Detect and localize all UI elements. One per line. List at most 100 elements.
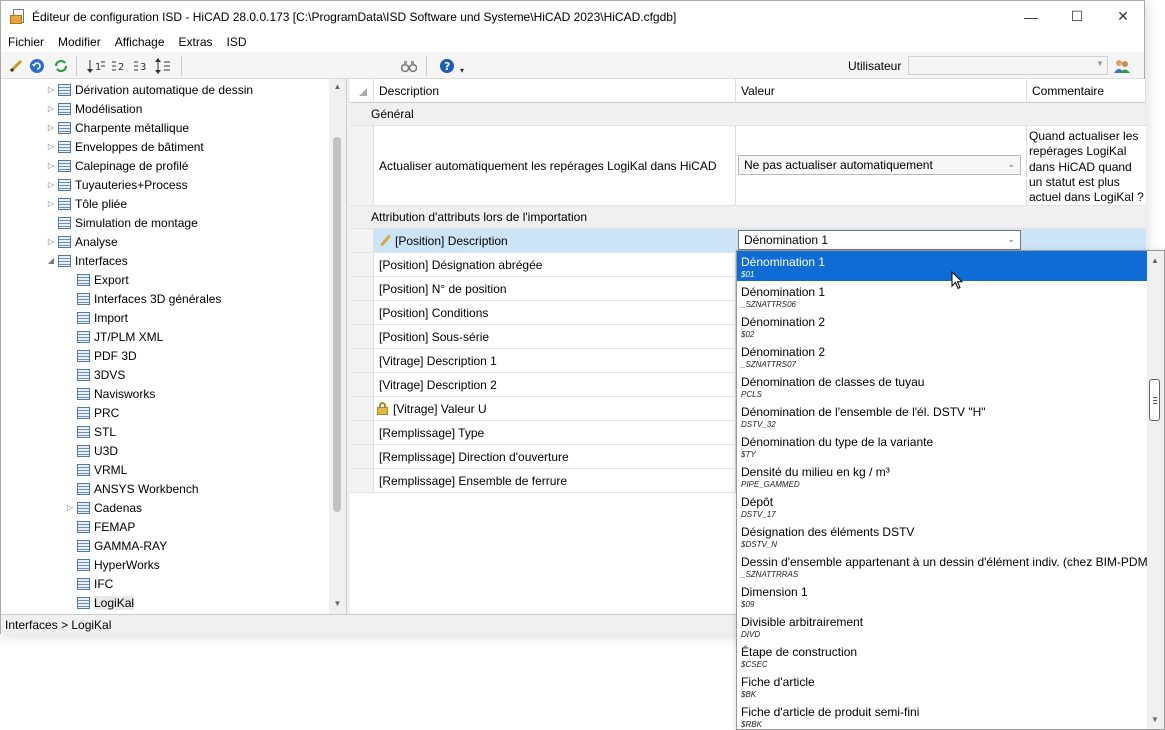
tree-item[interactable]: VRML xyxy=(65,460,127,479)
expand-arrow-icon[interactable]: ▷ xyxy=(46,161,56,170)
attribute-select[interactable]: Dénomination 1 ⌄ xyxy=(738,230,1021,250)
tree-item[interactable]: ▷ Modélisation xyxy=(46,99,142,118)
tree-item[interactable]: ▷ Cadenas xyxy=(65,498,142,517)
dropdown-option[interactable]: Dénomination du type de la variante $TY xyxy=(737,431,1148,461)
dropdown-option[interactable]: Dénomination 1 $01 xyxy=(737,251,1148,281)
sort-expand-icon[interactable] xyxy=(153,56,173,76)
menu-fichier[interactable]: Fichier xyxy=(1,35,51,49)
user-select[interactable]: ▼ xyxy=(908,56,1108,75)
tree-item[interactable]: ▷ Tôle pliée xyxy=(46,194,127,213)
sort-level-1-icon[interactable]: 1 xyxy=(86,56,106,76)
dropdown-scrollbar[interactable]: ▲ ▼ xyxy=(1147,251,1164,729)
scroll-up-icon[interactable]: ▲ xyxy=(329,82,346,91)
refresh-icon[interactable] xyxy=(51,56,71,76)
dropdown-option[interactable]: Fiche d'article $BK xyxy=(737,671,1148,701)
tree-item[interactable]: 3DVS xyxy=(65,365,125,384)
tree-item[interactable]: PRC xyxy=(65,403,119,422)
dropdown-option[interactable]: Désignation des éléments DSTV $DSTV_N xyxy=(737,521,1148,551)
maximize-button[interactable]: ☐ xyxy=(1054,1,1100,32)
expand-arrow-icon[interactable]: ▷ xyxy=(46,237,56,246)
setting-description: [Remplissage] Ensemble de ferrure xyxy=(379,474,567,488)
expand-arrow-icon[interactable]: ▷ xyxy=(46,123,56,132)
dropdown-option[interactable]: Dimension 1 $09 xyxy=(737,581,1148,611)
scroll-down-icon[interactable]: ▼ xyxy=(329,599,346,608)
dropdown-option[interactable]: Divisible arbitrairement DIVD xyxy=(737,611,1148,641)
help-icon[interactable]: ? xyxy=(437,56,457,76)
tree-item[interactable]: ▷ Enveloppes de bâtiment xyxy=(46,137,204,156)
close-button[interactable]: ✕ xyxy=(1100,1,1146,32)
tree-item[interactable]: ▷ Analyse xyxy=(46,232,118,251)
dropdown-option[interactable]: Étape de construction $CSEC xyxy=(737,641,1148,671)
tree-item[interactable]: ▷ Dérivation automatique de dessin xyxy=(46,80,253,99)
tree-item[interactable]: GAMMA-RAY xyxy=(65,536,167,555)
tree-item[interactable]: LogiKal xyxy=(65,593,135,612)
expand-arrow-icon[interactable]: ▷ xyxy=(46,180,56,189)
tree-item[interactable]: ▷ Charpente métallique xyxy=(46,118,189,137)
toolbar-overflow-icon[interactable]: ▾ xyxy=(457,64,467,76)
dropdown-option[interactable]: Dénomination de l'ensemble de l'él. DSTV… xyxy=(737,401,1148,431)
option-name: Dénomination de l'ensemble de l'él. DSTV… xyxy=(741,405,986,419)
menu-extras[interactable]: Extras xyxy=(172,35,220,49)
dropdown-option[interactable]: Dénomination de classes de tuyau PCLS xyxy=(737,371,1148,401)
edit-pencil-icon[interactable] xyxy=(6,56,26,76)
row-header xyxy=(350,397,374,420)
dropdown-option[interactable]: Fiche d'article de produit semi-fini $RBK xyxy=(737,701,1148,729)
sort-level-2-icon[interactable]: 2 xyxy=(109,56,129,76)
binoculars-search-icon[interactable] xyxy=(399,56,419,76)
dropdown-scroll-thumb[interactable] xyxy=(1149,379,1160,421)
scroll-down-icon[interactable]: ▼ xyxy=(1151,715,1159,724)
column-header-description[interactable]: Description xyxy=(374,79,736,103)
undo-icon[interactable] xyxy=(27,56,47,76)
group-row-general[interactable]: Général xyxy=(350,103,1146,126)
dropdown-option[interactable]: Dénomination 1 _SZNATTRS06 xyxy=(737,281,1148,311)
dropdown-option[interactable]: Dénomination 2 _SZNATTRS07 xyxy=(737,341,1148,371)
tree-item[interactable]: Simulation de montage xyxy=(46,213,198,232)
option-code: $BK xyxy=(741,690,757,699)
column-header-comment[interactable]: Commentaire xyxy=(1027,79,1146,103)
dropdown-option[interactable]: Dépôt DSTV_17 xyxy=(737,491,1148,521)
minimize-button[interactable]: — xyxy=(1008,1,1054,32)
tree-scrollbar[interactable]: ▲ ▼ xyxy=(329,79,346,614)
tree-scroll-thumb[interactable] xyxy=(333,137,341,512)
table-icon xyxy=(77,311,90,324)
expand-arrow-icon[interactable]: ▷ xyxy=(46,142,56,151)
tree-item[interactable]: PDF 3D xyxy=(65,346,137,365)
user-label: Utilisateur xyxy=(848,59,902,73)
expand-arrow-icon[interactable]: ▷ xyxy=(46,104,56,113)
users-icon[interactable] xyxy=(1112,56,1132,76)
menu-modifier[interactable]: Modifier xyxy=(51,35,108,49)
row-header xyxy=(350,277,374,300)
tree-item[interactable]: FEMAP xyxy=(65,517,135,536)
attribute-dropdown-list[interactable]: Dénomination 1 $01 Dénomination 1 _SZNATTRS… xyxy=(736,250,1165,730)
column-header-value[interactable]: Valeur xyxy=(736,79,1027,103)
expand-arrow-icon[interactable]: ▷ xyxy=(46,85,56,94)
expand-arrow-icon[interactable]: ▷ xyxy=(46,199,56,208)
scroll-up-icon[interactable]: ▲ xyxy=(1151,256,1159,265)
tree-item[interactable]: ▷ Calepinage de profilé xyxy=(46,156,189,175)
dropdown-option[interactable]: Dénomination 2 $02 xyxy=(737,311,1148,341)
tree-item[interactable]: ANSYS Workbench xyxy=(65,479,199,498)
tree-item[interactable]: ◢ Interfaces xyxy=(46,251,128,270)
tree-item[interactable]: Import xyxy=(65,308,128,327)
update-mode-select[interactable]: Ne pas actualiser automatiquement ⌄ xyxy=(738,155,1021,175)
tree-item[interactable]: Navisworks xyxy=(65,384,155,403)
tree-item-label: STL xyxy=(94,424,117,439)
group-row-import[interactable]: Attribution d'attributs lors de l'import… xyxy=(350,206,1146,229)
dropdown-option[interactable]: Densité du milieu en kg / m³ PIPE_GAMMED xyxy=(737,461,1148,491)
tree-item[interactable]: Export xyxy=(65,270,129,289)
tree-item[interactable]: ▷ Tuyauteries+Process xyxy=(46,175,188,194)
tree-item[interactable]: HyperWorks xyxy=(65,555,160,574)
tree-item[interactable]: Interfaces 3D générales xyxy=(65,289,221,308)
row-header xyxy=(350,126,374,205)
sort-level-3-icon[interactable]: 3 xyxy=(131,56,151,76)
tree-item[interactable]: U3D xyxy=(65,441,118,460)
tree-item[interactable]: JT/PLM XML xyxy=(65,327,163,346)
setting-row-update[interactable]: Actualiser automatiquement les repérages… xyxy=(350,126,1146,206)
tree-item[interactable]: STL xyxy=(65,422,116,441)
menu-isd[interactable]: ISD xyxy=(220,35,254,49)
dropdown-option[interactable]: Dessin d'ensemble appartenant à un dessi… xyxy=(737,551,1152,581)
menu-affichage[interactable]: Affichage xyxy=(108,35,172,49)
tree-item[interactable]: IFC xyxy=(65,574,113,593)
collapse-arrow-icon[interactable]: ◢ xyxy=(46,256,56,265)
expand-arrow-icon[interactable]: ▷ xyxy=(65,503,75,512)
